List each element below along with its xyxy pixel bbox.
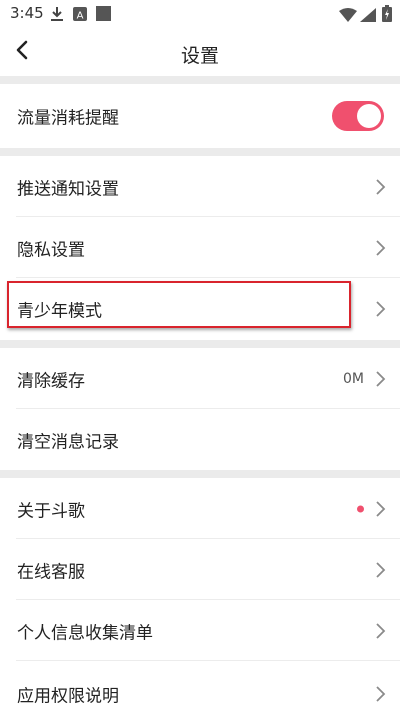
setting-row-customer-service[interactable]: 在线客服: [0, 539, 400, 600]
download-icon: [50, 6, 64, 26]
setting-label: 清空消息记录: [17, 432, 119, 452]
a-box-icon: A: [73, 6, 87, 26]
section-gap: [0, 76, 400, 84]
svg-text:A: A: [77, 11, 84, 22]
setting-row-push-notifications[interactable]: 推送通知设置: [0, 156, 400, 217]
setting-label: 个人信息收集清单: [17, 623, 153, 643]
setting-label: 关于斗歌: [17, 501, 85, 521]
chevron-right-icon: [374, 500, 386, 518]
setting-row-personal-info-list[interactable]: 个人信息收集清单: [0, 600, 400, 661]
chevron-right-icon: [374, 178, 386, 196]
section-gap: [0, 340, 400, 348]
status-bar: 3:45 A: [0, 0, 400, 28]
page-title: 设置: [180, 45, 219, 67]
red-dot-badge: [357, 505, 364, 512]
chevron-right-icon: [374, 370, 386, 388]
chevron-right-icon: [374, 622, 386, 640]
setting-label: 清除缓存: [17, 371, 85, 391]
section-gap: [0, 470, 400, 478]
section-gap: [0, 148, 400, 156]
chevron-right-icon: [374, 300, 386, 318]
signal-icon: [360, 7, 376, 26]
setting-row-clear-messages[interactable]: 清空消息记录: [0, 409, 400, 470]
status-time: 3:45: [10, 4, 44, 22]
setting-row-clear-cache[interactable]: 清除缓存 0M: [0, 348, 400, 409]
header-bar: 设置: [0, 28, 400, 76]
setting-row-teen-mode[interactable]: 青少年模式: [0, 278, 400, 340]
chevron-right-icon: [374, 685, 386, 703]
setting-label: 推送通知设置: [17, 179, 119, 199]
wifi-icon: [339, 7, 357, 26]
square-notification-icon: [96, 6, 111, 26]
cache-size-value: 0M: [343, 370, 364, 387]
setting-row-traffic-alert: 流量消耗提醒: [0, 84, 400, 148]
battery-charging-icon: [382, 5, 392, 26]
setting-label: 应用权限说明: [17, 686, 119, 707]
setting-label: 青少年模式: [17, 301, 102, 322]
setting-label: 隐私设置: [17, 240, 85, 260]
setting-label: 流量消耗提醒: [17, 108, 119, 129]
setting-row-app-permissions[interactable]: 应用权限说明: [0, 661, 400, 712]
traffic-alert-toggle[interactable]: [332, 101, 384, 131]
setting-label: 在线客服: [17, 562, 85, 582]
setting-row-about[interactable]: 关于斗歌: [0, 478, 400, 539]
chevron-right-icon: [374, 561, 386, 579]
setting-row-privacy[interactable]: 隐私设置: [0, 217, 400, 278]
toggle-knob: [357, 104, 381, 128]
chevron-right-icon: [374, 239, 386, 257]
